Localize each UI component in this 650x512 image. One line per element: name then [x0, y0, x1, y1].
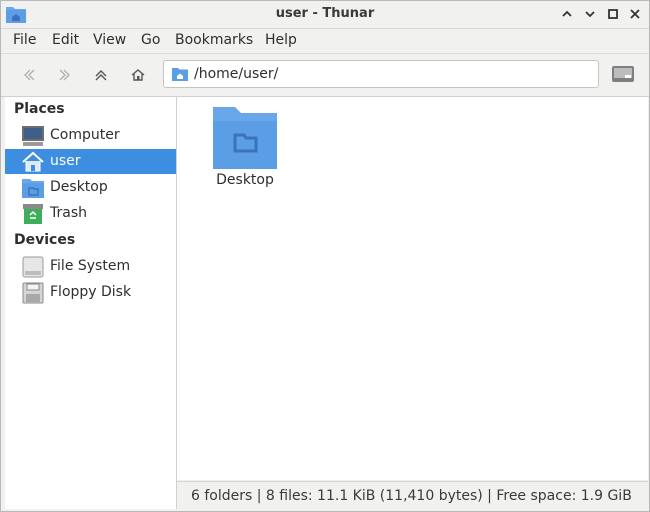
sidebar-item-trash[interactable]: Trash	[5, 201, 176, 226]
home-icon[interactable]	[127, 64, 149, 86]
floppy-icon	[21, 282, 45, 304]
parent-folder-icon[interactable]	[90, 64, 112, 86]
location-bar[interactable]: /home/user/	[163, 60, 599, 88]
sidebar-item-computer[interactable]: Computer	[5, 123, 176, 148]
sidebar-item-label: Trash	[50, 205, 87, 221]
chevron-up-icon[interactable]	[558, 5, 576, 23]
toggle-path-icon[interactable]	[611, 64, 635, 84]
back-icon[interactable]	[18, 64, 40, 86]
folder-icon	[213, 105, 277, 169]
computer-icon	[21, 125, 45, 147]
sidebar-item-label: user	[50, 153, 81, 169]
devices-header: Devices	[14, 232, 76, 248]
close-icon[interactable]	[626, 5, 644, 23]
file-view[interactable]: Desktop	[177, 97, 648, 480]
sidebar: Places Computer user Desktop Trash Devic…	[5, 97, 177, 509]
sidebar-item-desktop[interactable]: Desktop	[5, 175, 176, 200]
home-folder-icon	[21, 151, 45, 173]
menu-view[interactable]: View	[93, 32, 126, 48]
sidebar-item-label: Desktop	[50, 179, 108, 195]
trash-icon	[21, 203, 45, 225]
sidebar-item-user[interactable]: user	[5, 149, 176, 174]
menu-bookmarks[interactable]: Bookmarks	[175, 32, 253, 48]
places-header: Places	[14, 101, 65, 117]
file-item-label: Desktop	[216, 172, 274, 188]
sidebar-item-label: Computer	[50, 127, 120, 143]
chevron-down-icon[interactable]	[581, 5, 599, 23]
menubar: File Edit View Go Bookmarks Help	[1, 29, 649, 53]
titlebar[interactable]: user - Thunar	[1, 1, 649, 29]
sidebar-item-file-system[interactable]: File System	[5, 254, 176, 279]
window-title: user - Thunar	[275, 6, 375, 21]
file-item-desktop[interactable]: Desktop	[197, 101, 293, 191]
sidebar-item-label: File System	[50, 258, 131, 274]
drive-icon	[21, 256, 45, 278]
toolbar: /home/user/	[1, 53, 649, 97]
desktop-folder-icon	[21, 177, 45, 199]
status-text: 6 folders | 8 files: 11.1 KiB (11,410 by…	[191, 488, 632, 504]
forward-icon[interactable]	[54, 64, 76, 86]
menu-go[interactable]: Go	[141, 32, 160, 48]
location-path: /home/user/	[194, 66, 279, 82]
menu-help[interactable]: Help	[265, 32, 297, 48]
menu-file[interactable]: File	[13, 32, 36, 48]
sidebar-item-label: Floppy Disk	[50, 284, 132, 300]
maximize-icon[interactable]	[604, 5, 622, 23]
sidebar-item-floppy-disk[interactable]: Floppy Disk	[5, 280, 176, 305]
file-manager-window: user - Thunar File Edit View Go Bookmark…	[0, 0, 650, 512]
menu-edit[interactable]: Edit	[52, 32, 79, 48]
home-folder-icon	[172, 67, 188, 81]
statusbar: 6 folders | 8 files: 11.1 KiB (11,410 by…	[177, 481, 648, 511]
